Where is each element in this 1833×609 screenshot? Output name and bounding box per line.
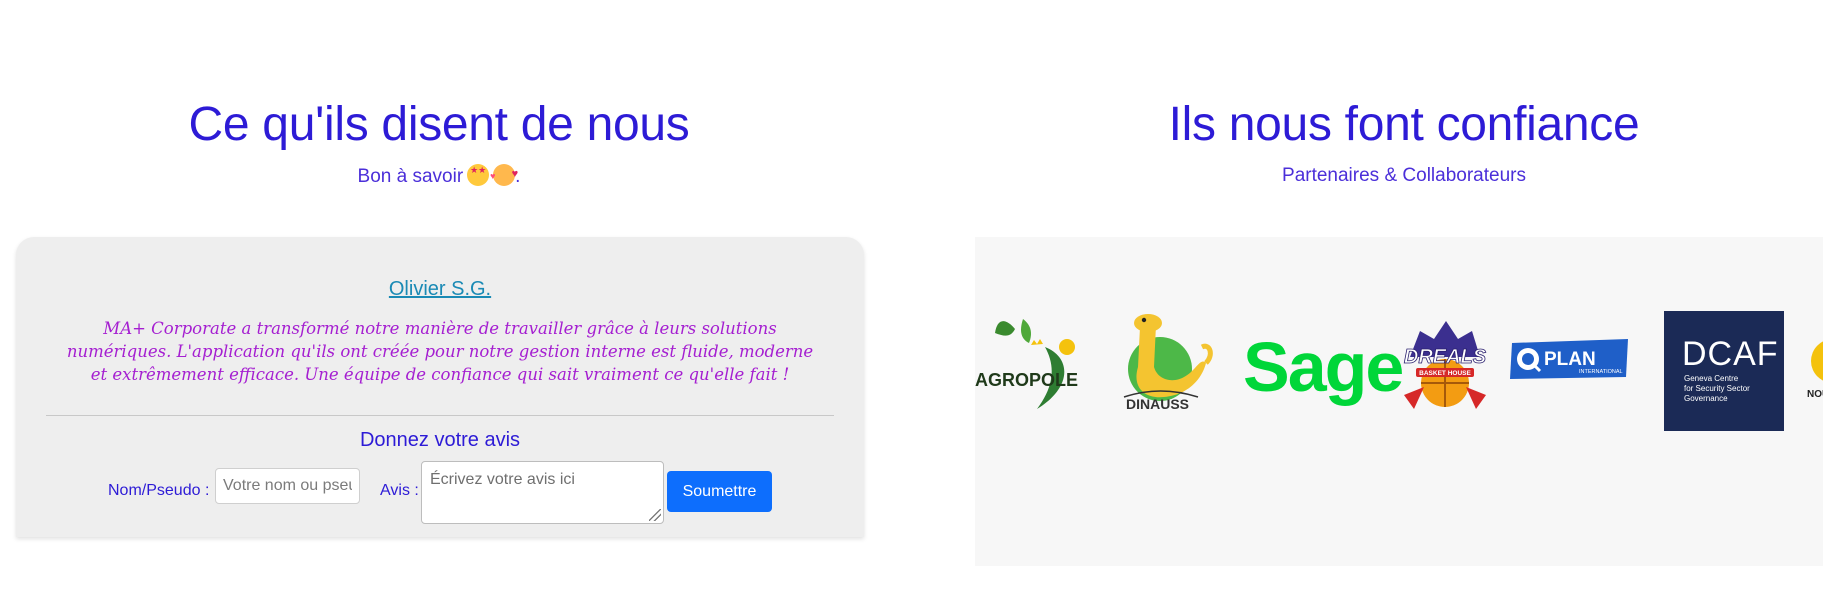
dcaf-logo-line-2: for Security Sector: [1684, 384, 1750, 393]
review-textarea[interactable]: [421, 461, 664, 524]
dinauss-logo-text: DINAUSS: [1126, 396, 1189, 412]
name-input[interactable]: [215, 468, 360, 504]
partners-subtitle: Partenaires & Collaborateurs: [1282, 165, 1526, 186]
dcaf-logo-line-3: Governance: [1684, 394, 1728, 403]
name-label: Nom/Pseudo :: [108, 482, 210, 499]
review-label: Avis :: [380, 482, 419, 499]
partners-title: Ils nous font confiance: [1168, 98, 1640, 151]
partners-carousel: AGROPOLE DINAUSS Sage DREALS BASKET HOUS…: [975, 237, 1823, 566]
plan-logo-text: PLAN: [1544, 349, 1596, 370]
testimonials-subtitle: Bon à savoir.: [0, 162, 878, 189]
card-divider: [46, 415, 834, 416]
plan-logo-subtext: INTERNATIONAL: [1579, 369, 1623, 375]
review-form: Nom/Pseudo : Avis : Soumettre: [16, 458, 864, 524]
testimonials-subtitle-text: Bon à savoir: [357, 166, 464, 187]
plan-international-logo: PLAN INTERNATIONAL: [1510, 339, 1628, 379]
smiling-face-with-hearts-emoji-icon: [490, 162, 518, 188]
review-text: MA+ Corporate a transformé notre manière…: [66, 319, 814, 384]
partial-logo-text: NOU: [1807, 389, 1823, 400]
partial-logo: NOU: [1807, 341, 1823, 400]
star-struck-emoji-icon: [467, 164, 490, 186]
resize-handle-icon[interactable]: [649, 509, 661, 521]
agropole-logo-text: AGROPOLE: [975, 370, 1078, 390]
sage-logo: Sage: [1243, 328, 1404, 406]
dinauss-logo: DINAUSS: [1123, 314, 1213, 412]
dcaf-logo: DCAF Geneva Centre for Security Sector G…: [1664, 311, 1784, 431]
dreals-logo: DREALS BASKET HOUSE: [1403, 321, 1487, 409]
dreals-logo-text: DREALS: [1404, 346, 1487, 368]
dcaf-logo-line-1: Geneva Centre: [1684, 374, 1739, 383]
agropole-logo: AGROPOLE: [975, 319, 1078, 409]
review-card: Olivier S.G. MA+ Corporate a transformé …: [16, 237, 864, 537]
dcaf-logo-text: DCAF: [1682, 335, 1779, 373]
dreals-logo-subtext: BASKET HOUSE: [1419, 370, 1471, 377]
testimonials-title: Ce qu'ils disent de nous: [188, 98, 690, 151]
reviewer-name-link[interactable]: Olivier S.G.: [16, 278, 864, 301]
review-form-title: Donnez votre avis: [359, 429, 521, 451]
submit-button[interactable]: Soumettre: [667, 471, 772, 512]
